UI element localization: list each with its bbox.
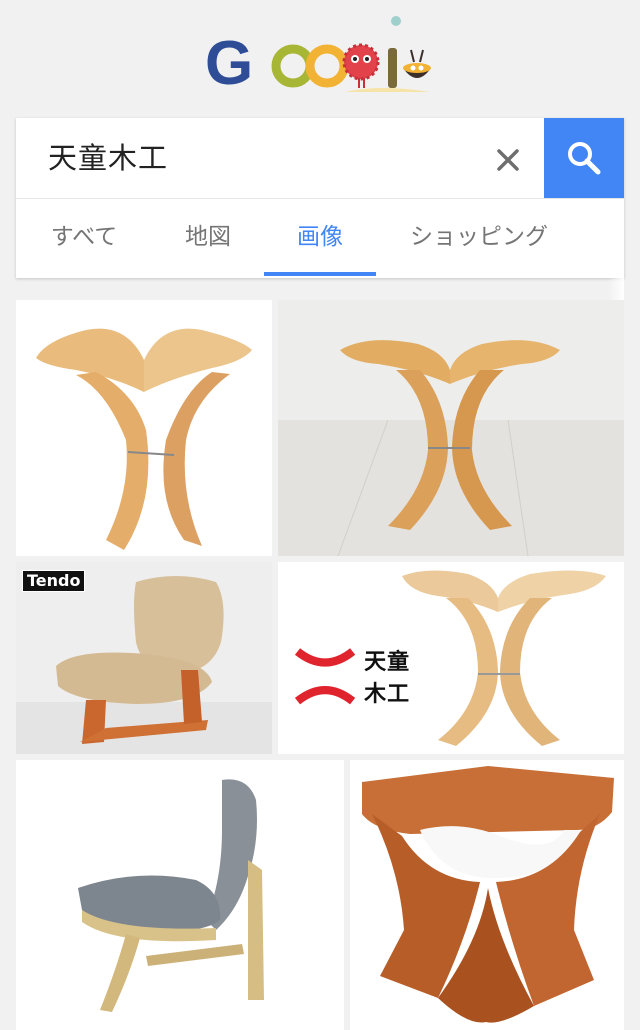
lounge-chair-image: [78, 779, 264, 1012]
tab-maps[interactable]: 地図: [166, 198, 250, 278]
svg-text:G: G: [205, 29, 253, 94]
search-bar: 天童木工: [16, 118, 624, 199]
active-tab-indicator: [264, 272, 376, 276]
image-result[interactable]: [16, 300, 272, 556]
search-button[interactable]: [544, 118, 624, 198]
tab-all[interactable]: すべて: [36, 198, 132, 278]
close-icon: [497, 149, 519, 171]
butterfly-stool-image: [278, 300, 624, 556]
tab-images[interactable]: 画像: [264, 198, 376, 278]
search-card: 天童木工 すべて 地図 画像 ショッピング: [16, 118, 624, 356]
brand-text: 天童木工: [364, 650, 411, 707]
tab-shopping[interactable]: ショッピング: [404, 198, 554, 278]
brand-logo: 天童木工: [292, 644, 414, 708]
image-result[interactable]: 天童木工: [278, 562, 624, 754]
image-result[interactable]: [278, 300, 624, 556]
clear-button[interactable]: [488, 140, 528, 180]
teak-stool-image: [362, 766, 614, 1023]
image-result[interactable]: [350, 760, 624, 1030]
search-icon: [568, 142, 601, 175]
butterfly-stool-image: [36, 328, 252, 550]
search-input[interactable]: 天童木工: [48, 136, 168, 180]
tendo-mark-icon: [294, 647, 356, 705]
image-result[interactable]: Tendo: [16, 562, 272, 754]
tendo-overlay-label: Tendo: [22, 570, 86, 592]
google-doodle-logo[interactable]: G: [205, 14, 445, 94]
image-result[interactable]: [16, 760, 344, 1030]
search-tabs: すべて 地図 画像 ショッピング: [16, 198, 624, 356]
